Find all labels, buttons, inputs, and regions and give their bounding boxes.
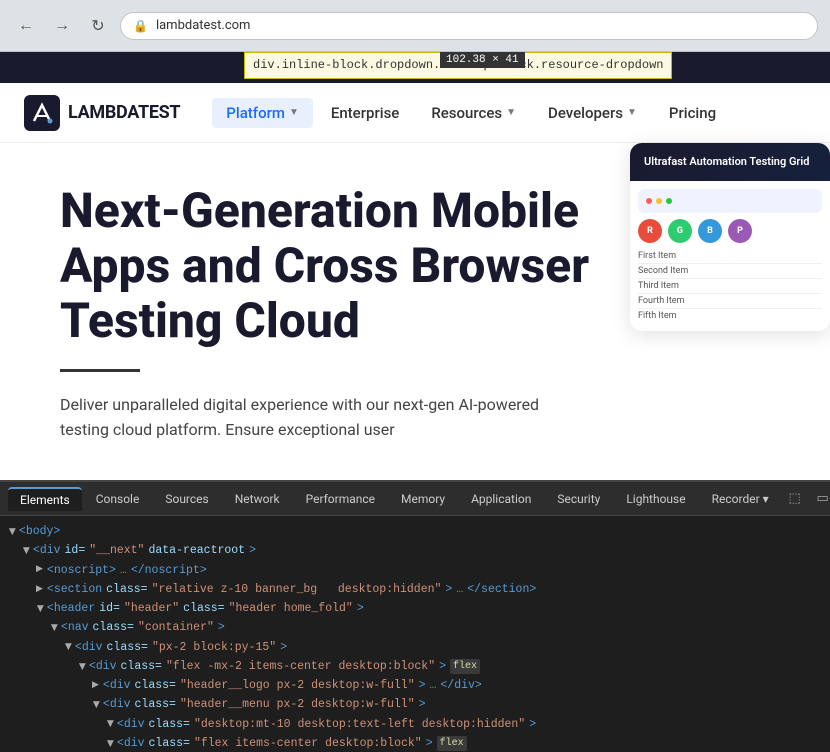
devtools-icons: ⬚ ▭ — [783, 487, 830, 511]
logo-link[interactable]: LAMBDATEST — [24, 95, 180, 131]
url-text: lambdatest.com — [156, 18, 251, 33]
dom-line-menu[interactable]: ▶ <div class="header__menu px-2 desktop:… — [0, 695, 830, 714]
tab-elements[interactable]: Elements — [8, 487, 82, 511]
devtools-panel: Elements Console Sources Network Perform… — [0, 480, 830, 752]
avatar-3: B — [698, 219, 722, 243]
nav-platform[interactable]: Platform ▼ — [212, 98, 313, 128]
address-bar[interactable]: 🔒 lambdatest.com — [120, 12, 818, 40]
triangle-icon: ▶ — [47, 624, 61, 631]
dom-line-section[interactable]: ▶ <section class="relative z-10 banner_b… — [0, 580, 830, 599]
tab-recorder[interactable]: Recorder ▾ — [700, 488, 781, 510]
triangle-icon: ▶ — [61, 644, 75, 651]
avatar-1: R — [638, 219, 662, 243]
dom-line-noscript[interactable]: ▶ <noscript> … </noscript> — [0, 561, 830, 580]
triangle-icon: ▶ — [36, 563, 43, 577]
element-size-badge: 102.38 × 41 — [440, 52, 525, 68]
hero-card-title: Ultrafast Automation Testing Grid — [644, 155, 816, 169]
triangle-icon: ▶ — [19, 547, 33, 554]
platform-chevron-icon: ▼ — [289, 107, 299, 118]
tab-memory[interactable]: Memory — [389, 488, 457, 510]
tab-performance[interactable]: Performance — [294, 488, 387, 510]
hero-card-header: Ultrafast Automation Testing Grid — [630, 143, 830, 181]
dom-line-flex2[interactable]: ▶ <div class="flex items-center desktop:… — [0, 734, 830, 752]
dot-yellow — [656, 198, 662, 204]
forward-button[interactable]: → — [48, 12, 76, 40]
triangle-icon: ▶ — [103, 721, 117, 728]
triangle-icon: ▶ — [92, 679, 99, 693]
list-item: Fifth Item — [638, 309, 822, 323]
nav-pricing[interactable]: Pricing — [655, 98, 730, 128]
dot-green — [666, 198, 672, 204]
card-list: First Item Second Item Third Item Fourth… — [638, 249, 822, 323]
developers-chevron-icon: ▼ — [627, 107, 637, 118]
list-item: Third Item — [638, 279, 822, 294]
hero-divider — [60, 369, 140, 372]
refresh-button[interactable]: ↻ — [84, 12, 112, 40]
card-browser-bar — [638, 189, 822, 213]
list-item: First Item — [638, 249, 822, 264]
dom-line-body[interactable]: ▶ <body> — [0, 522, 830, 541]
back-button[interactable]: ← — [12, 12, 40, 40]
hero-card-body: R G B P First Item Second Item Third Ite… — [630, 181, 830, 331]
dom-line-header[interactable]: ▶ <header id="header" class="header home… — [0, 599, 830, 618]
tab-application[interactable]: Application — [459, 488, 543, 510]
dom-line-flex1[interactable]: ▶ <div class="flex -mx-2 items-center de… — [0, 657, 830, 676]
tab-console[interactable]: Console — [84, 488, 152, 510]
dot-red — [646, 198, 652, 204]
dom-line-nav[interactable]: ▶ <nav class="container" > — [0, 618, 830, 637]
dom-line-desktop-mt[interactable]: ▶ <div class="desktop:mt-10 desktop:text… — [0, 715, 830, 734]
avatar-2: G — [668, 219, 692, 243]
triangle-icon: ▶ — [75, 663, 89, 670]
list-item: Second Item — [638, 264, 822, 279]
tab-security[interactable]: Security — [545, 488, 612, 510]
browser-chrome: ← → ↻ 🔒 lambdatest.com — [0, 0, 830, 52]
lambdatest-logo-icon — [24, 95, 60, 131]
nav-resources[interactable]: Resources ▼ — [417, 98, 530, 128]
lock-icon: 🔒 — [133, 19, 148, 33]
dom-line-div1[interactable]: ▶ <div class="px-2 block:py-15" > — [0, 638, 830, 657]
hero-title: Next-Generation Mobile Apps and Cross Br… — [60, 183, 620, 349]
list-item: Fourth Item — [638, 294, 822, 309]
site-header: LAMBDATEST Platform ▼ Enterprise Resourc… — [0, 83, 830, 143]
website-content: Experience Testing: Need of the Hour for… — [0, 52, 830, 480]
triangle-icon: ▶ — [89, 701, 103, 708]
main-nav: Platform ▼ Enterprise Resources ▼ Develo… — [212, 98, 806, 128]
triangle-icon: ▶ — [33, 605, 47, 612]
logo-text: LAMBDATEST — [68, 102, 180, 123]
nav-enterprise[interactable]: Enterprise — [317, 98, 413, 128]
tab-sources[interactable]: Sources — [153, 488, 220, 510]
triangle-icon: ▶ — [36, 583, 43, 597]
triangle-icon: ▶ — [103, 740, 117, 747]
avatar-4: P — [728, 219, 752, 243]
tab-network[interactable]: Network — [223, 488, 292, 510]
resources-chevron-icon: ▼ — [506, 107, 516, 118]
dom-tree[interactable]: ▶ <body> ▶ <div id="__next" data-reactro… — [0, 516, 830, 752]
mobile-icon[interactable]: ▭ — [811, 487, 830, 511]
avatars-row: R G B P — [638, 219, 822, 243]
dom-line-logo[interactable]: ▶ <div class="header__logo px-2 desktop:… — [0, 676, 830, 695]
cursor-icon[interactable]: ⬚ — [783, 487, 807, 511]
dom-line-next[interactable]: ▶ <div id="__next" data-reactroot > — [0, 541, 830, 560]
tab-lighthouse[interactable]: Lighthouse — [614, 488, 697, 510]
devtools-tabs: Elements Console Sources Network Perform… — [0, 482, 830, 516]
triangle-icon: ▶ — [5, 528, 19, 535]
hero-description: Deliver unparalleled digital experience … — [60, 392, 540, 443]
hero-section: Next-Generation Mobile Apps and Cross Br… — [0, 143, 830, 443]
nav-developers[interactable]: Developers ▼ — [534, 98, 651, 128]
hero-card: Ultrafast Automation Testing Grid R G B … — [630, 143, 830, 331]
